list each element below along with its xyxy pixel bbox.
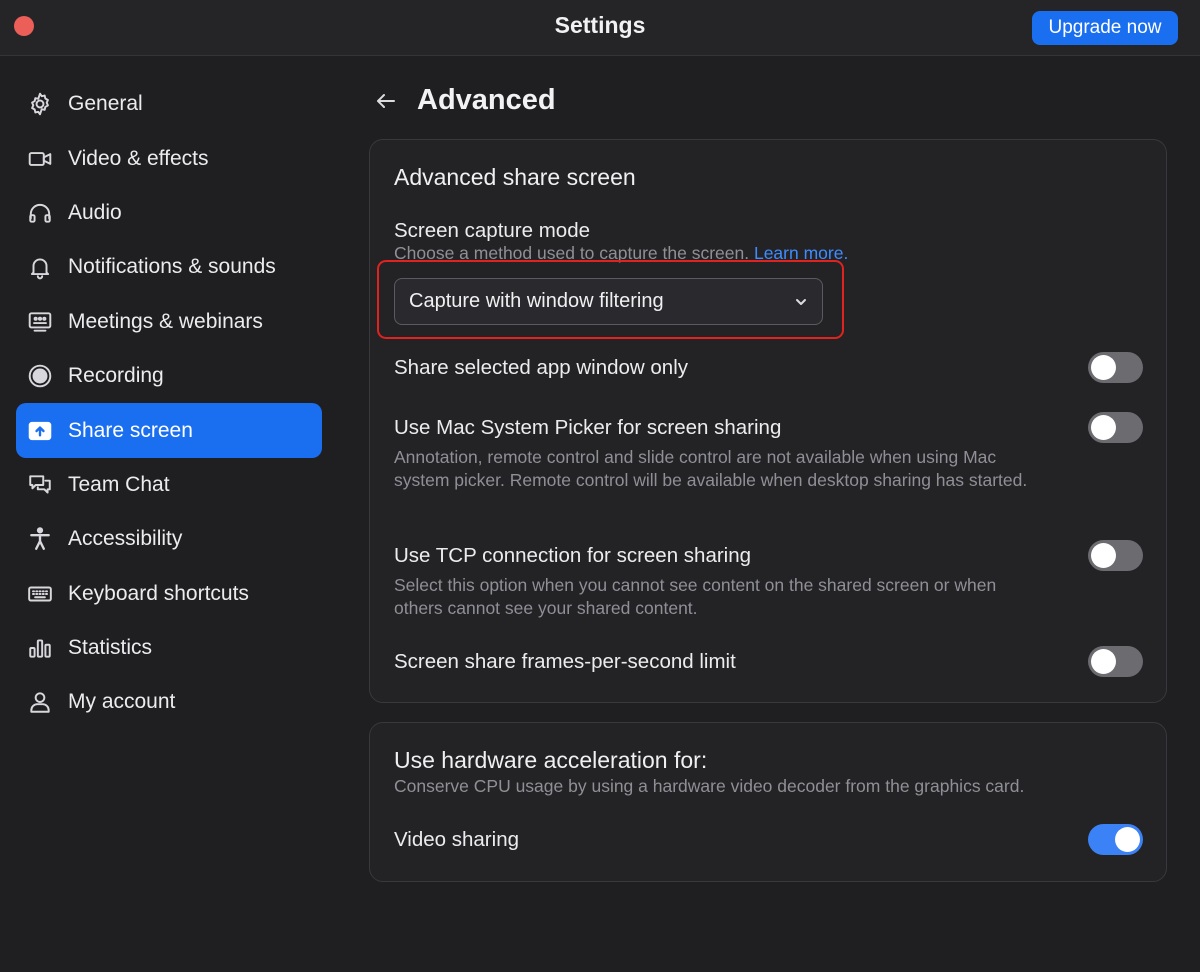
settings-window: Settings Upgrade now General Video & eff… — [0, 0, 1200, 972]
tcp-connection-title: Use TCP connection for screen sharing — [394, 544, 752, 567]
screen-capture-mode-title: Screen capture mode — [394, 219, 591, 242]
mac-system-picker-toggle[interactable] — [1088, 412, 1143, 443]
sidebar-item-share-screen[interactable]: Share screen — [16, 403, 322, 458]
sidebar-item-notifications[interactable]: Notifications & sounds — [16, 240, 322, 294]
tcp-connection-desc: Select this option when you cannot see c… — [394, 575, 997, 618]
sidebar-item-label: My account — [68, 690, 176, 714]
sidebar-item-my-account[interactable]: My account — [16, 675, 322, 729]
share-selected-app-title: Share selected app window only — [394, 356, 689, 379]
sidebar-item-accessibility[interactable]: Accessibility — [16, 512, 322, 566]
mac-system-picker-desc: Annotation, remote control and slide con… — [394, 447, 1028, 490]
toggle-knob — [1091, 543, 1116, 568]
sidebar-item-audio[interactable]: Audio — [16, 186, 322, 240]
sidebar-item-recording[interactable]: Recording — [16, 349, 322, 403]
sidebar-item-label: Notifications & sounds — [68, 255, 276, 279]
share-screen-icon — [26, 417, 54, 445]
accessibility-icon — [26, 525, 54, 553]
hardware-acceleration-desc: Conserve CPU usage by using a hardware v… — [394, 776, 1025, 796]
video-sharing-title: Video sharing — [394, 828, 519, 851]
advanced-share-screen-card: Advanced share screen Screen capture mod… — [369, 139, 1167, 703]
back-arrow-icon[interactable] — [374, 89, 398, 113]
upgrade-now-button[interactable]: Upgrade now — [1032, 11, 1178, 45]
video-camera-icon — [26, 145, 54, 173]
sidebar-item-label: Share screen — [68, 418, 193, 442]
section-title: Use hardware acceleration for: — [394, 747, 708, 773]
sidebar-item-team-chat[interactable]: Team Chat — [16, 458, 322, 512]
sidebar: General Video & effects Audio Notificati… — [16, 77, 322, 730]
chat-bubbles-icon — [26, 471, 54, 499]
sidebar-item-meetings[interactable]: Meetings & webinars — [16, 295, 322, 349]
title-bar: Settings Upgrade now — [0, 0, 1200, 56]
mac-system-picker-title: Use Mac System Picker for screen sharing — [394, 416, 782, 439]
bar-chart-icon — [26, 634, 54, 662]
sidebar-item-keyboard-shortcuts[interactable]: Keyboard shortcuts — [16, 567, 322, 621]
sidebar-item-label: Accessibility — [68, 527, 183, 551]
sidebar-item-label: Statistics — [68, 636, 153, 660]
record-icon — [26, 362, 54, 390]
sidebar-item-label: General — [68, 92, 143, 116]
toggle-knob — [1115, 827, 1140, 852]
fps-limit-toggle[interactable] — [1088, 646, 1143, 677]
toggle-knob — [1091, 649, 1116, 674]
sidebar-item-label: Meetings & webinars — [68, 309, 263, 333]
highlight-annotation-box — [377, 260, 844, 339]
page-title: Advanced — [417, 84, 556, 116]
section-title: Advanced share screen — [394, 164, 636, 190]
share-selected-app-toggle[interactable] — [1088, 352, 1143, 383]
sidebar-item-video-effects[interactable]: Video & effects — [16, 131, 322, 185]
sidebar-item-general[interactable]: General — [16, 77, 322, 131]
person-icon — [26, 688, 54, 716]
sidebar-item-label: Recording — [68, 364, 164, 388]
sidebar-item-label: Video & effects — [68, 146, 209, 170]
video-sharing-toggle[interactable] — [1088, 824, 1143, 855]
headphones-icon — [26, 199, 54, 227]
gear-icon — [26, 90, 54, 118]
toggle-knob — [1091, 355, 1116, 380]
bell-icon — [26, 253, 54, 281]
meetings-icon — [26, 308, 54, 336]
sidebar-item-label: Keyboard shortcuts — [68, 581, 249, 605]
tcp-connection-toggle[interactable] — [1088, 540, 1143, 571]
page-header: Advanced — [374, 84, 556, 117]
window-title: Settings — [554, 12, 646, 38]
toggle-knob — [1091, 415, 1116, 440]
hardware-acceleration-card: Use hardware acceleration for: Conserve … — [369, 722, 1167, 882]
keyboard-icon — [26, 580, 54, 608]
sidebar-item-statistics[interactable]: Statistics — [16, 621, 322, 675]
fps-limit-title: Screen share frames-per-second limit — [394, 650, 736, 673]
sidebar-item-label: Audio — [68, 200, 122, 224]
sidebar-item-label: Team Chat — [68, 472, 170, 496]
